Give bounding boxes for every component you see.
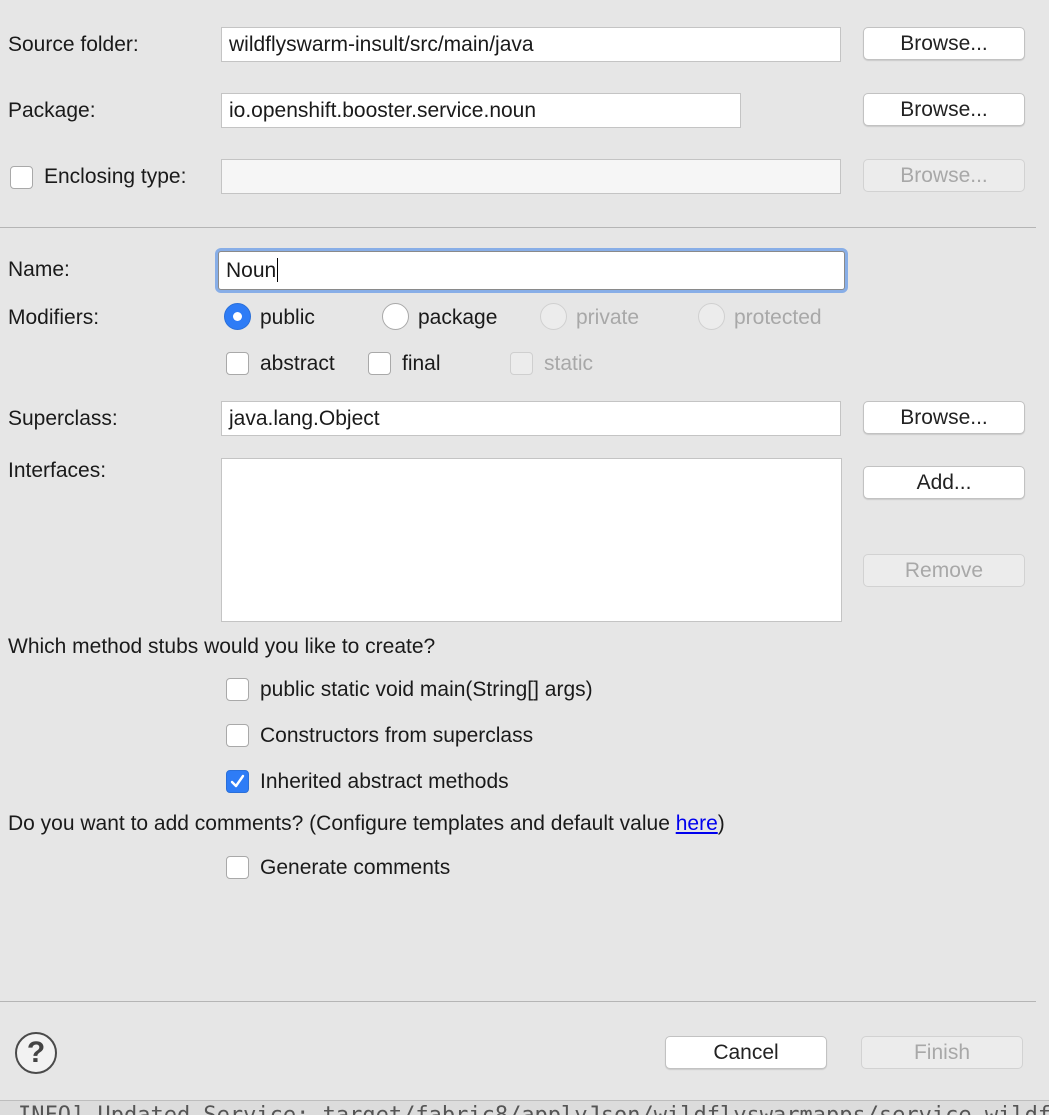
modifier-package-label: package bbox=[418, 306, 498, 329]
modifier-private-label: private bbox=[576, 306, 640, 329]
enclosing-type-checkbox[interactable] bbox=[10, 166, 33, 189]
modifier-package-radio[interactable] bbox=[382, 303, 409, 330]
modifier-public-label: public bbox=[260, 306, 315, 329]
console-output-line: INFO] Updated Service: target/fabric8/ap… bbox=[0, 1100, 1049, 1115]
modifier-abstract-checkbox[interactable] bbox=[226, 352, 249, 375]
stub-inherited-checkbox[interactable] bbox=[226, 770, 249, 793]
comments-question-close: ) bbox=[717, 812, 725, 835]
stub-main-label: public static void main(String[] args) bbox=[260, 678, 593, 701]
superclass-browse-button[interactable]: Browse... bbox=[863, 401, 1025, 434]
modifier-public-radio[interactable] bbox=[224, 303, 251, 330]
checkmark-icon bbox=[230, 774, 245, 788]
source-folder-browse-button[interactable]: Browse... bbox=[863, 27, 1025, 60]
name-input[interactable]: Noun bbox=[218, 251, 845, 290]
bottom-separator bbox=[0, 1001, 1036, 1002]
modifier-final-checkbox[interactable] bbox=[368, 352, 391, 375]
generate-comments-label: Generate comments bbox=[260, 856, 451, 879]
package-browse-button[interactable]: Browse... bbox=[863, 93, 1025, 126]
package-input[interactable]: io.openshift.booster.service.noun bbox=[221, 93, 741, 128]
superclass-label: Superclass: bbox=[8, 407, 118, 430]
modifier-static-label: static bbox=[544, 352, 594, 375]
source-folder-label: Source folder: bbox=[8, 33, 139, 56]
modifier-final-label: final bbox=[402, 352, 441, 375]
configure-templates-link[interactable]: here bbox=[676, 812, 718, 835]
interfaces-add-button[interactable]: Add... bbox=[863, 466, 1025, 499]
interfaces-label: Interfaces: bbox=[8, 459, 107, 482]
top-separator bbox=[0, 227, 1036, 228]
enclosing-type-browse-button[interactable]: Browse... bbox=[863, 159, 1025, 192]
interfaces-list[interactable] bbox=[221, 458, 842, 622]
modifier-abstract-label: abstract bbox=[260, 352, 335, 375]
text-caret bbox=[277, 258, 279, 282]
comments-question: Do you want to add comments? (Configure … bbox=[8, 811, 725, 837]
modifier-static-checkbox[interactable] bbox=[510, 352, 533, 375]
modifier-protected-radio[interactable] bbox=[698, 303, 725, 330]
cancel-button[interactable]: Cancel bbox=[665, 1036, 827, 1069]
interfaces-remove-button[interactable]: Remove bbox=[863, 554, 1025, 587]
modifier-protected-label: protected bbox=[734, 306, 822, 329]
source-folder-input[interactable]: wildflyswarm-insult/src/main/java bbox=[221, 27, 841, 62]
stubs-question: Which method stubs would you like to cre… bbox=[8, 635, 436, 658]
help-icon[interactable]: ? bbox=[15, 1032, 57, 1074]
package-label: Package: bbox=[8, 99, 96, 122]
enclosing-type-label: Enclosing type: bbox=[44, 165, 187, 188]
name-input-value: Noun bbox=[226, 259, 277, 282]
superclass-input[interactable]: java.lang.Object bbox=[221, 401, 841, 436]
enclosing-type-input[interactable] bbox=[221, 159, 841, 194]
comments-question-text: Do you want to add comments? (Configure … bbox=[8, 812, 676, 835]
stub-inherited-label: Inherited abstract methods bbox=[260, 770, 509, 793]
generate-comments-checkbox[interactable] bbox=[226, 856, 249, 879]
stub-constructors-checkbox[interactable] bbox=[226, 724, 249, 747]
modifiers-label: Modifiers: bbox=[8, 306, 100, 329]
name-label: Name: bbox=[8, 258, 70, 281]
stub-constructors-label: Constructors from superclass bbox=[260, 724, 534, 747]
finish-button[interactable]: Finish bbox=[861, 1036, 1023, 1069]
modifier-private-radio[interactable] bbox=[540, 303, 567, 330]
stub-main-checkbox[interactable] bbox=[226, 678, 249, 701]
